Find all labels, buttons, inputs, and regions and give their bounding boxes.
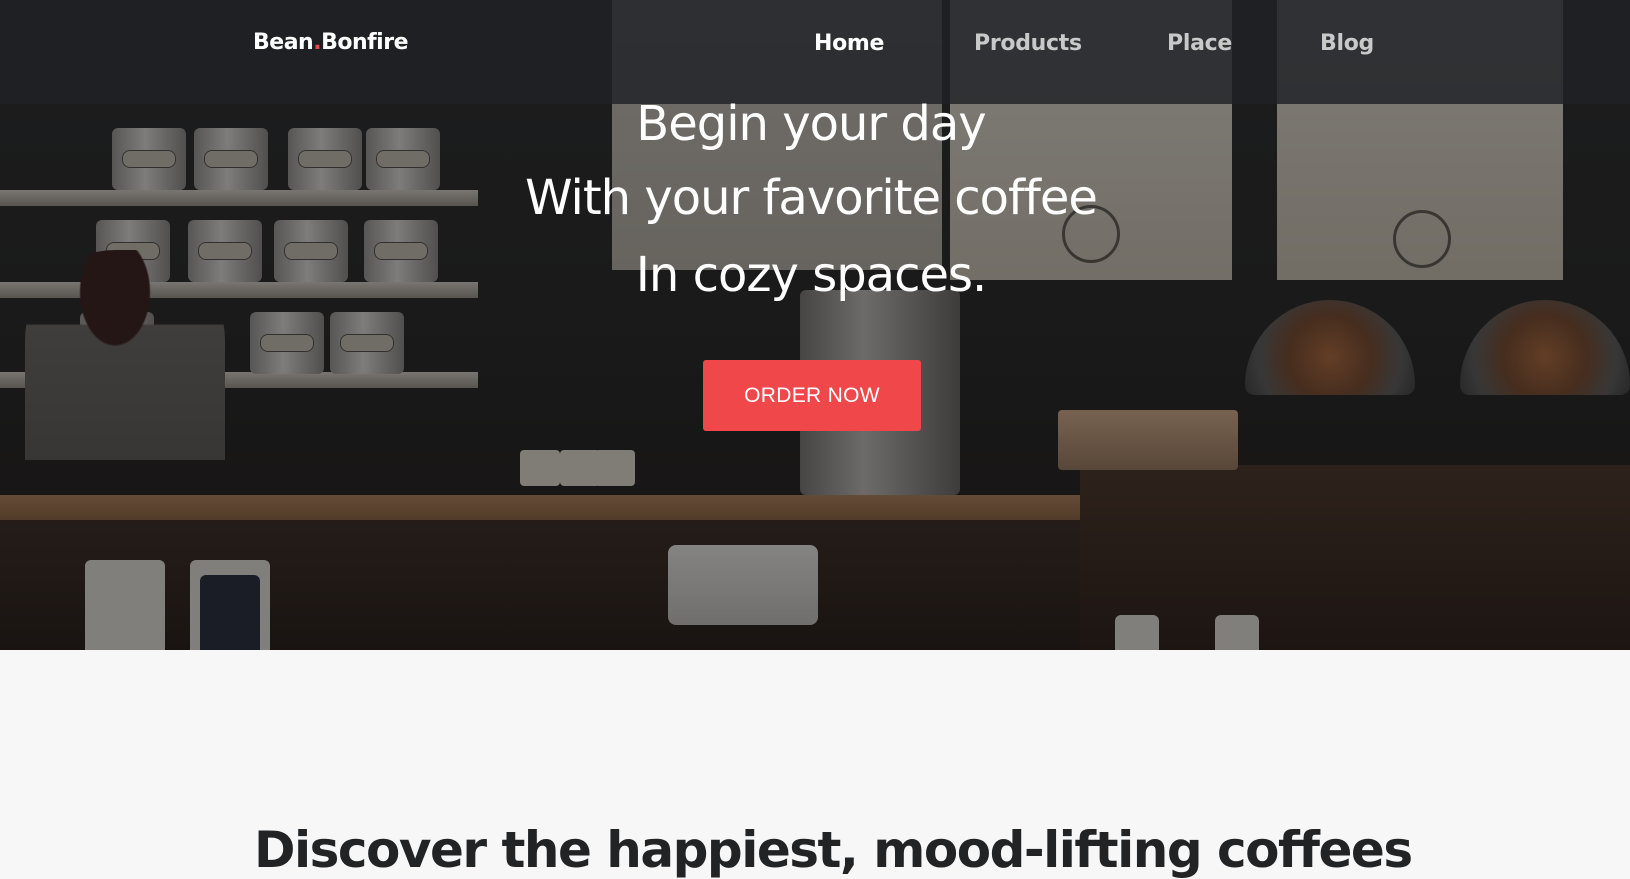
- brand-logo[interactable]: Bean.Bonfire: [253, 30, 408, 55]
- order-now-button[interactable]: ORDER NOW: [703, 360, 921, 431]
- hero-headline-line2: With your favorite coffee: [525, 170, 1098, 226]
- hero-headline-line1: Begin your day: [636, 96, 986, 152]
- nav-link-products[interactable]: Products: [974, 31, 1082, 56]
- discover-section: Discover the happiest, mood-lifting coff…: [0, 650, 1630, 879]
- nav-link-blog[interactable]: Blog: [1320, 31, 1374, 56]
- brand-dot: .: [313, 30, 322, 55]
- hero-section: Bean.Bonfire Home Products Place Blog Be…: [0, 0, 1630, 650]
- brand-name-part2: Bonfire: [321, 30, 408, 55]
- hero-headline-line3: In cozy spaces.: [635, 247, 988, 303]
- nav-link-place[interactable]: Place: [1167, 31, 1232, 56]
- main-navbar: Bean.Bonfire Home Products Place Blog: [0, 0, 1630, 104]
- nav-link-home[interactable]: Home: [814, 31, 884, 56]
- section-title: Discover the happiest, mood-lifting coff…: [254, 821, 1413, 879]
- brand-name-part1: Bean: [253, 30, 314, 55]
